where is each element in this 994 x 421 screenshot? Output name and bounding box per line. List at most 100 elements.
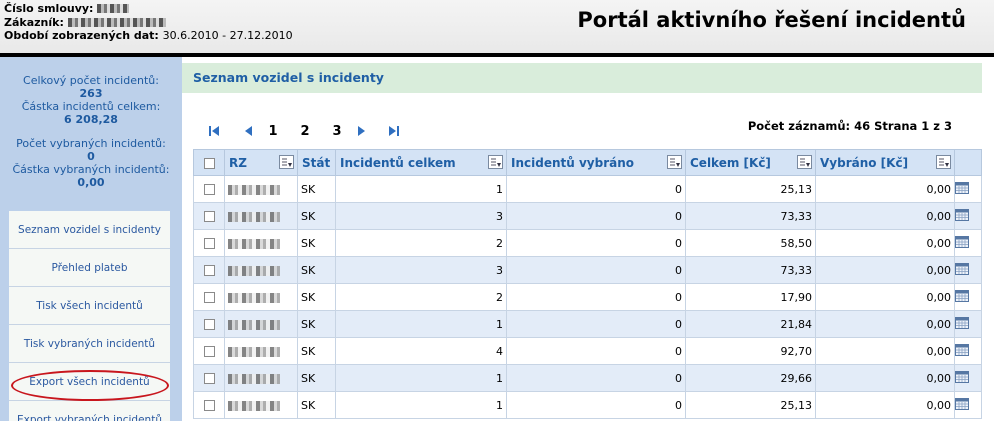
detail-calendar-icon[interactable] — [955, 262, 981, 278]
total-amount-value: 6 208,28 — [64, 113, 118, 126]
row-checkbox[interactable] — [203, 265, 215, 276]
column-header-total[interactable]: Incidentů celkem — [335, 149, 507, 176]
table-body: SK 1 0 25,13 0,00 SK 3 0 73,33 0,00 SK 2 0 58,50 0,00 S… — [193, 175, 982, 419]
sidebar: Celkový počet incidentů: 263 Částka inci… — [0, 57, 182, 421]
table-row[interactable]: SK 1 0 21,84 0,00 — [193, 310, 982, 338]
cell-amount: 25,13 — [685, 391, 816, 419]
row-checkbox[interactable] — [203, 373, 215, 384]
cell-state: SK — [297, 283, 336, 311]
menu-item-print-selected[interactable]: Tisk vybraných incidentů — [9, 325, 170, 363]
license-plate-redacted[interactable] — [228, 238, 280, 249]
column-header-amount[interactable]: Celkem [Kč] — [685, 149, 816, 176]
detail-calendar-icon[interactable] — [955, 181, 981, 197]
license-plate-redacted[interactable] — [228, 319, 280, 330]
detail-calendar-icon[interactable] — [955, 370, 981, 386]
cell-selected: 0 — [506, 256, 686, 284]
license-plate-redacted[interactable] — [228, 184, 280, 195]
cell-total: 2 — [335, 229, 507, 257]
row-checkbox[interactable] — [203, 346, 215, 357]
detail-calendar-icon[interactable] — [955, 316, 981, 332]
column-header-rz[interactable]: RZ — [224, 149, 298, 176]
license-plate-redacted[interactable] — [228, 211, 280, 222]
cell-selected: 0 — [506, 364, 686, 392]
vehicle-table: RZ Stát Incidentů celkem Incidentů vybrá… — [193, 149, 982, 419]
row-checkbox[interactable] — [203, 292, 215, 303]
row-checkbox[interactable] — [203, 211, 215, 222]
column-header-selected[interactable]: Incidentů vybráno — [506, 149, 686, 176]
table-row[interactable]: SK 2 0 17,90 0,00 — [193, 283, 982, 311]
cell-state: SK — [297, 391, 336, 419]
cell-total: 4 — [335, 337, 507, 365]
sort-icon[interactable] — [279, 155, 294, 169]
table-row[interactable]: SK 3 0 73,33 0,00 — [193, 256, 982, 284]
detail-calendar-icon[interactable] — [955, 289, 981, 305]
table-row[interactable]: SK 2 0 58,50 0,00 — [193, 229, 982, 257]
column-header-selected-amount[interactable]: Vybráno [Kč] — [815, 149, 955, 176]
column-header-state[interactable]: Stát — [297, 149, 336, 176]
sort-icon[interactable] — [667, 155, 682, 169]
row-checkbox[interactable] — [203, 184, 215, 195]
cell-selected: 0 — [506, 391, 686, 419]
cell-amount: 29,66 — [685, 364, 816, 392]
cell-total: 1 — [335, 175, 507, 203]
cell-total: 1 — [335, 364, 507, 392]
cell-selected: 0 — [506, 202, 686, 230]
menu-item-export-selected[interactable]: Export vybraných incidentů — [9, 401, 170, 421]
cell-selected-amount: 0,00 — [815, 202, 955, 230]
row-checkbox[interactable] — [203, 238, 215, 249]
prev-page-icon[interactable] — [241, 123, 257, 139]
next-page-icon[interactable] — [353, 123, 369, 139]
cell-selected-amount: 0,00 — [815, 283, 955, 311]
menu-item-export-all[interactable]: Export všech incidentů — [9, 363, 170, 401]
detail-calendar-icon[interactable] — [955, 343, 981, 359]
period-value: 30.6.2010 - 27.12.2010 — [162, 29, 293, 42]
sort-icon[interactable] — [797, 155, 812, 169]
license-plate-redacted[interactable] — [228, 265, 280, 276]
select-all-checkbox[interactable] — [203, 157, 215, 169]
license-plate-redacted[interactable] — [228, 346, 280, 357]
menu-item-vehicle-list[interactable]: Seznam vozidel s incidenty — [9, 211, 170, 249]
page-link-2[interactable]: 2 — [289, 124, 321, 139]
cell-selected-amount: 0,00 — [815, 364, 955, 392]
period-label: Období zobrazených dat: — [4, 29, 159, 42]
cell-total: 1 — [335, 391, 507, 419]
menu-item-payments-overview[interactable]: Přehled plateb — [9, 249, 170, 287]
last-page-icon[interactable] — [385, 123, 401, 139]
contract-label: Číslo smlouvy: — [4, 2, 94, 15]
contract-info: Číslo smlouvy: Zákazník: Období zobrazen… — [4, 2, 293, 43]
sort-icon[interactable] — [488, 155, 503, 169]
page-link-1[interactable]: 1 — [257, 124, 289, 139]
page-link-3[interactable]: 3 — [321, 124, 353, 139]
cell-selected-amount: 0,00 — [815, 229, 955, 257]
page-title: Portál aktivního řešení incidentů — [577, 8, 966, 32]
table-row[interactable]: SK 4 0 92,70 0,00 — [193, 337, 982, 365]
selected-count-label: Počet vybraných incidentů: — [16, 137, 166, 150]
detail-calendar-icon[interactable] — [955, 208, 981, 224]
table-row[interactable]: SK 1 0 25,13 0,00 — [193, 175, 982, 203]
detail-calendar-icon[interactable] — [955, 397, 981, 413]
cell-amount: 58,50 — [685, 229, 816, 257]
table-row[interactable]: SK 1 0 25,13 0,00 — [193, 391, 982, 419]
row-checkbox[interactable] — [203, 400, 215, 411]
license-plate-redacted[interactable] — [228, 292, 280, 303]
sort-icon[interactable] — [936, 155, 951, 169]
first-page-icon[interactable] — [207, 123, 223, 139]
selected-amount-value: 0,00 — [77, 176, 105, 189]
table-row[interactable]: SK 1 0 29,66 0,00 — [193, 364, 982, 392]
cell-selected-amount: 0,00 — [815, 391, 955, 419]
customer-name-redacted — [67, 17, 166, 27]
page-header: Číslo smlouvy: Zákazník: Období zobrazen… — [0, 0, 994, 53]
cell-state: SK — [297, 202, 336, 230]
license-plate-redacted[interactable] — [228, 373, 280, 384]
menu-item-print-all[interactable]: Tisk všech incidentů — [9, 287, 170, 325]
cell-state: SK — [297, 364, 336, 392]
cell-selected: 0 — [506, 175, 686, 203]
total-count-label: Celkový počet incidentů: — [23, 74, 159, 87]
license-plate-redacted[interactable] — [228, 400, 280, 411]
detail-calendar-icon[interactable] — [955, 235, 981, 251]
records-info: Počet záznamů: 46 Strana 1 z 3 — [747, 119, 952, 133]
cell-amount: 92,70 — [685, 337, 816, 365]
row-checkbox[interactable] — [203, 319, 215, 330]
cell-amount: 17,90 — [685, 283, 816, 311]
table-row[interactable]: SK 3 0 73,33 0,00 — [193, 202, 982, 230]
